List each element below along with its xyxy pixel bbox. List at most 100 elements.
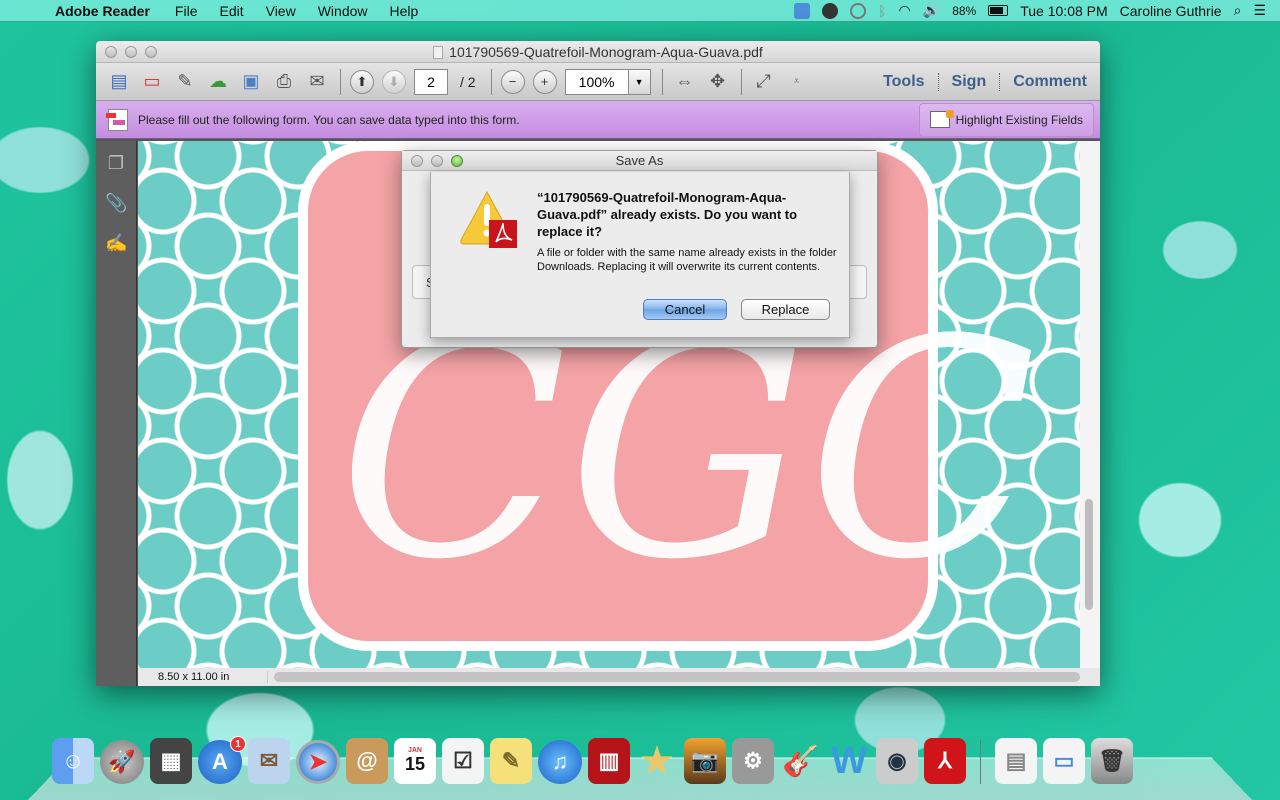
menu-bar: Adobe Reader File Edit View Window Help … <box>0 0 1280 22</box>
dock-calendar[interactable]: JAN 15 <box>394 738 436 784</box>
attachments-button[interactable]: 📎 <box>105 193 127 215</box>
menu-help[interactable]: Help <box>379 3 430 19</box>
dock-divider <box>980 740 981 784</box>
full-screen-button[interactable]: ⤢ <box>751 69 777 95</box>
upload-button[interactable]: ☁ <box>205 69 231 95</box>
dock-adobe-reader[interactable]: ⅄ <box>924 738 966 784</box>
dock-notes[interactable]: ✎ <box>490 738 532 784</box>
print-button[interactable]: ⎙ <box>271 69 297 95</box>
window-titlebar: 101790569-Quatrefoil-Monogram-Aqua-Guava… <box>96 41 1100 63</box>
dock-document-stack[interactable]: ▤ <box>995 738 1037 784</box>
notification-center-icon[interactable]: ☰ <box>1253 2 1266 19</box>
toolbar-divider <box>661 68 663 95</box>
clock[interactable]: Tue 10:08 PM <box>1020 3 1107 19</box>
dock-system-preferences[interactable]: ⚙ <box>732 738 774 784</box>
battery-icon[interactable] <box>988 5 1009 16</box>
downloads-stack-icon: ▭ <box>1053 748 1075 773</box>
wifi-icon[interactable]: ◠ <box>899 2 911 19</box>
zoom-in-button[interactable]: + <box>532 69 557 94</box>
toolbar-more-button[interactable]: ⩡ <box>784 69 810 95</box>
warning-pdf-icon <box>460 190 517 248</box>
app-store-icon: A <box>212 749 228 774</box>
calendar-day: 15 <box>404 754 426 774</box>
highlight-fields-button[interactable]: Highlight Existing Fields <box>918 102 1094 137</box>
replace-button[interactable]: Replace <box>741 299 830 320</box>
menu-window[interactable]: Window <box>307 3 379 19</box>
window-title: 101790569-Quatrefoil-Monogram-Aqua-Guava… <box>449 43 763 60</box>
tools-pane-link[interactable]: Tools <box>870 73 937 91</box>
arrow-up-icon: ⬆ <box>356 73 368 89</box>
dock-facetime[interactable]: ◉ <box>876 738 918 784</box>
form-tool-button[interactable]: ▭ <box>139 69 165 95</box>
document-stack-icon: ▤ <box>1005 748 1027 773</box>
app-menu[interactable]: Adobe Reader <box>44 3 164 19</box>
create-pdf-button[interactable]: ▤ <box>106 69 132 95</box>
page-thumbnails-button[interactable]: ❐ <box>105 153 127 175</box>
form-icon: ▭ <box>143 71 161 91</box>
email-button[interactable]: ✉ <box>304 69 330 95</box>
page-number-input[interactable]: 2 <box>414 68 448 95</box>
dock-mail[interactable]: ✉ <box>248 738 290 784</box>
dock-finder[interactable]: ☺ <box>52 738 94 784</box>
dock-safari[interactable]: ➤ <box>296 740 340 784</box>
dock-word[interactable]: W <box>828 738 870 784</box>
mission-control-icon: ▦ <box>160 748 182 773</box>
time-machine-icon[interactable] <box>850 2 867 19</box>
horizontal-scrollbar[interactable] <box>274 672 1080 682</box>
compass-icon: ➤ <box>308 749 328 774</box>
vertical-scrollbar[interactable] <box>1080 141 1100 668</box>
finder-icon: ☺ <box>61 748 85 773</box>
volume-icon[interactable]: 🔊 <box>923 2 940 19</box>
toolbar-divider <box>340 68 341 95</box>
dock-reminders[interactable]: ☑ <box>442 738 484 784</box>
user-name[interactable]: Caroline Guthrie <box>1120 3 1222 19</box>
vertical-scroll-thumb[interactable] <box>1085 499 1093 611</box>
dock-itunes[interactable]: ♫ <box>538 740 582 784</box>
dock-photo-booth[interactable]: ▥ <box>588 738 630 784</box>
dock-iphoto[interactable]: 📷 <box>684 738 726 784</box>
dropbox-status-icon[interactable] <box>794 2 811 19</box>
next-page-button[interactable]: ⬇ <box>382 69 406 94</box>
toolbar: ▤ ▭ ✎ ☁ ▣ ⎙ ✉ ⬆ ⬇ 2 / 2 − + 100% ▼ ⇔ ✥ ⤢… <box>96 63 1100 101</box>
alert-heading: “101790569-Quatrefoil-Monogram-Aqua-Guav… <box>537 190 798 239</box>
dock-imovie[interactable]: ★ <box>636 738 678 784</box>
menu-view[interactable]: View <box>255 3 307 19</box>
form-notification-bar: Please fill out the following form. You … <box>96 101 1100 139</box>
previous-page-button[interactable]: ⬆ <box>350 69 374 94</box>
zoom-dropdown-button[interactable]: ▼ <box>628 68 651 95</box>
edit-pencil-icon: ✎ <box>177 71 193 91</box>
save-button[interactable]: ▣ <box>238 69 264 95</box>
dock-garageband[interactable]: 🎸 <box>780 738 822 784</box>
minus-icon: − <box>508 74 517 89</box>
cancel-button[interactable]: Cancel <box>643 299 727 320</box>
spotlight-icon[interactable]: ⌕ <box>1234 2 1242 19</box>
dock-mission-control[interactable]: ▦ <box>150 738 192 784</box>
comment-pane-link[interactable]: Comment <box>999 72 1100 91</box>
dock-downloads-stack[interactable]: ▭ <box>1043 738 1085 784</box>
menu-edit[interactable]: Edit <box>208 3 254 19</box>
status-bar: 8.50 x 11.00 in <box>138 668 1100 686</box>
zoom-out-button[interactable]: − <box>500 69 525 94</box>
sign-pane-link[interactable]: Sign <box>937 72 1000 91</box>
dock-launchpad[interactable]: 🚀 <box>100 740 144 784</box>
dock-trash[interactable]: 🗑 <box>1091 738 1133 784</box>
battery-percent: 88% <box>952 3 977 18</box>
save-as-title: Save As <box>615 153 664 168</box>
navigation-pane: ❐ 📎 ✍ <box>96 141 137 686</box>
dock-contacts[interactable]: @ <box>346 738 388 784</box>
form-icon <box>106 108 128 131</box>
dock-app-store[interactable]: A1 <box>198 736 246 784</box>
fit-page-button[interactable]: ✥ <box>705 69 731 95</box>
signatures-button[interactable]: ✍ <box>105 233 127 255</box>
edit-button[interactable]: ✎ <box>172 69 198 95</box>
word-w-icon: W <box>831 739 867 782</box>
activity-monitor-icon[interactable] <box>822 2 839 19</box>
menu-file[interactable]: File <box>164 3 209 19</box>
star-icon: ★ <box>640 740 674 781</box>
bluetooth-icon[interactable]: ᛒ <box>878 3 886 19</box>
mail-stamp-icon: ✉ <box>259 748 279 773</box>
document-proxy-icon[interactable] <box>433 45 444 59</box>
zoom-level-input[interactable]: 100% <box>564 68 629 95</box>
arrow-down-icon: ⬇ <box>388 73 400 89</box>
fit-width-button[interactable]: ⇔ <box>672 69 698 95</box>
